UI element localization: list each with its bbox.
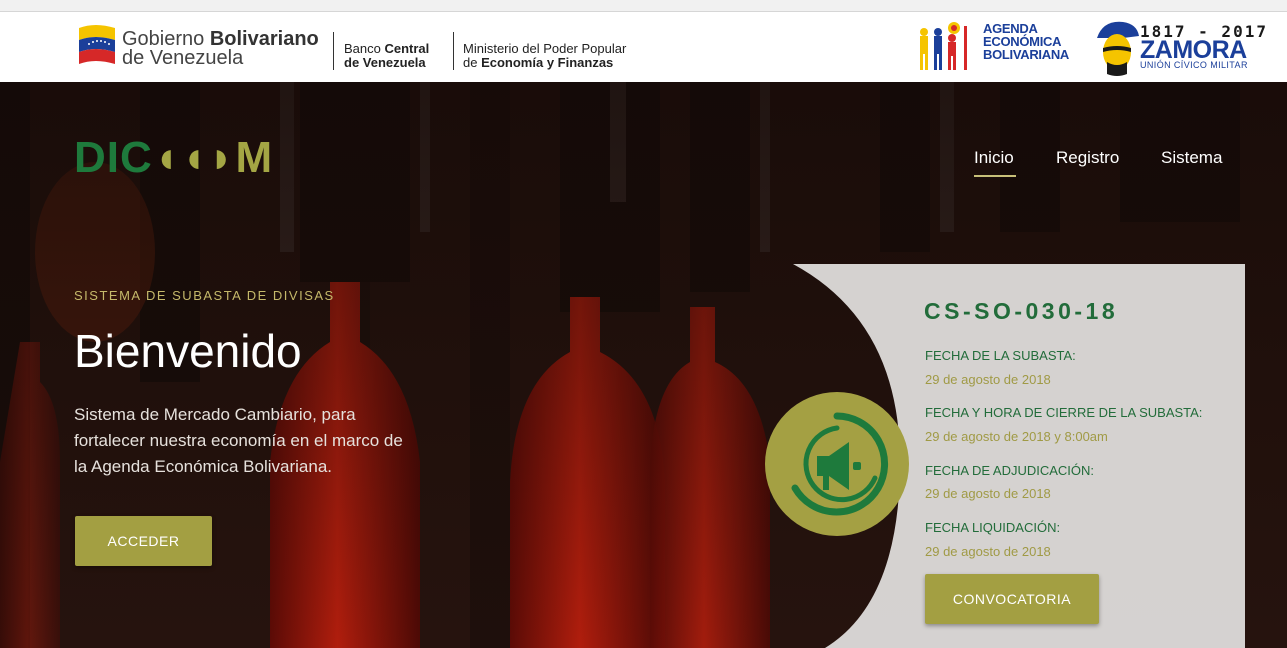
browser-tab-strip bbox=[0, 0, 1287, 12]
page-title: Bienvenido bbox=[74, 325, 302, 377]
venezuela-flag-icon bbox=[79, 25, 115, 64]
nav-inicio[interactable]: Inicio bbox=[974, 148, 1014, 168]
agenda-economica-figures-icon bbox=[920, 22, 967, 70]
megaphone-badge bbox=[765, 392, 909, 536]
field-value: 29 de agosto de 2018 bbox=[925, 486, 1051, 501]
hero-eyebrow: SISTEMA DE SUBASTA DE DIVISAS bbox=[74, 288, 335, 303]
government-header: Gobierno Bolivariano de Venezuela Banco … bbox=[0, 12, 1287, 82]
gobierno-bolivariano-label: Gobierno Bolivariano de Venezuela bbox=[122, 28, 319, 69]
convocatoria-button[interactable]: CONVOCATORIA bbox=[925, 574, 1099, 624]
field-value: 29 de agosto de 2018 y 8:00am bbox=[925, 429, 1108, 444]
header-divider bbox=[333, 32, 334, 70]
acceder-button[interactable]: ACCEDER bbox=[75, 516, 212, 566]
auction-code: CS-SO-030-18 bbox=[924, 298, 1119, 324]
nav-sistema[interactable]: Sistema bbox=[1161, 148, 1222, 168]
field-label: FECHA DE ADJUDICACIÓN: bbox=[925, 463, 1095, 478]
agenda-economica-bolivariana-label: AGENDA ECONÓMICA BOLIVARIANA bbox=[983, 21, 1070, 62]
nav-active-indicator bbox=[974, 175, 1016, 177]
field-label: FECHA DE LA SUBASTA: bbox=[925, 348, 1076, 363]
nav-registro[interactable]: Registro bbox=[1056, 148, 1119, 168]
field-value: 29 de agosto de 2018 bbox=[925, 372, 1051, 387]
zamora-portrait-icon bbox=[1097, 21, 1139, 76]
dicom-logo: DIC◖◖◗M bbox=[74, 133, 274, 182]
header-divider bbox=[453, 32, 454, 70]
field-value: 29 de agosto de 2018 bbox=[925, 544, 1051, 559]
hero-section: DIC◖◖◗M Inicio Registro Sistema SISTEMA … bbox=[0, 82, 1287, 648]
banco-central-label: Banco Central de Venezuela bbox=[344, 41, 430, 70]
ministerio-label: Ministerio del Poder Popular de Economía… bbox=[463, 41, 627, 70]
field-label: FECHA LIQUIDACIÓN: bbox=[925, 520, 1061, 535]
megaphone-icon bbox=[791, 412, 889, 516]
hero-description: Sistema de Mercado Cambiario, para forta… bbox=[74, 405, 403, 476]
zamora-subtitle: UNIÓN CÍVICO MILITAR bbox=[1140, 60, 1248, 70]
field-label: FECHA Y HORA DE CIERRE DE LA SUBASTA: bbox=[925, 405, 1203, 420]
